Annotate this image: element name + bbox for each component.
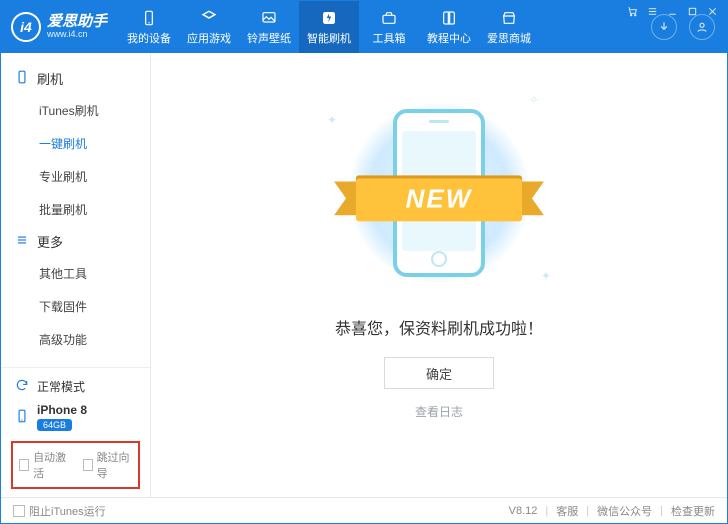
wechat-link[interactable]: 微信公众号 <box>597 503 652 519</box>
sidebar-item-download-firmware[interactable]: 下载固件 <box>1 290 150 323</box>
image-icon <box>259 9 279 27</box>
support-link[interactable]: 客服 <box>556 503 578 519</box>
app-url: www.i4.cn <box>47 30 107 40</box>
new-ribbon: NEW <box>334 171 544 225</box>
phone-outline-icon <box>15 69 29 88</box>
nav-tutorial[interactable]: 教程中心 <box>419 1 479 53</box>
app-title: 爱思助手 <box>47 14 107 31</box>
ribbon-label: NEW <box>356 175 522 221</box>
nav-flash[interactable]: 智能刷机 <box>299 1 359 53</box>
success-message: 恭喜您，保资料刷机成功啦！ <box>335 315 543 339</box>
list-icon <box>15 233 29 250</box>
device-mode[interactable]: 正常模式 <box>11 374 140 399</box>
apps-icon <box>199 9 219 27</box>
mode-label: 正常模式 <box>37 378 85 395</box>
nav-label: 爱思商城 <box>487 30 531 46</box>
nav-label: 铃声壁纸 <box>247 30 291 46</box>
device-phone-icon <box>15 408 29 427</box>
sidebar: 刷机 iTunes刷机 一键刷机 专业刷机 批量刷机 更多 其他工具 下载固件 … <box>1 53 151 497</box>
close-icon[interactable] <box>706 5 718 17</box>
highlighted-options: 自动激活 跳过向导 <box>11 441 140 489</box>
menu-icon[interactable] <box>646 5 658 17</box>
checkbox-label: 自动激活 <box>33 449 68 481</box>
cart-icon[interactable] <box>626 5 638 17</box>
sidebar-item-advanced[interactable]: 高级功能 <box>1 323 150 356</box>
version-label: V8.12 <box>509 505 538 517</box>
shop-icon <box>499 9 519 27</box>
book-icon <box>439 9 459 27</box>
nav-wallpaper[interactable]: 铃声壁纸 <box>239 1 299 53</box>
nav-label: 应用游戏 <box>187 30 231 46</box>
group-label: 更多 <box>37 232 63 251</box>
nav-label: 智能刷机 <box>307 30 351 46</box>
storage-badge: 64GB <box>37 419 72 431</box>
device-info[interactable]: iPhone 8 64GB <box>11 399 140 435</box>
toolbox-icon <box>379 9 399 27</box>
sidebar-item-itunes-flash[interactable]: iTunes刷机 <box>1 94 150 127</box>
sidebar-item-other-tools[interactable]: 其他工具 <box>1 257 150 290</box>
checkbox-icon <box>83 459 93 471</box>
sidebar-group-more[interactable]: 更多 <box>1 226 150 257</box>
download-icon[interactable] <box>651 14 677 40</box>
user-icon[interactable] <box>689 14 715 40</box>
phone-icon <box>139 9 159 27</box>
view-log-link[interactable]: 查看日志 <box>415 403 463 420</box>
sidebar-item-pro-flash[interactable]: 专业刷机 <box>1 160 150 193</box>
nav-label: 我的设备 <box>127 30 171 46</box>
sparkle-icon: ✦ <box>327 113 337 127</box>
primary-nav: 我的设备 应用游戏 铃声壁纸 智能刷机 工具箱 教程中心 <box>119 1 539 53</box>
device-name: iPhone 8 <box>37 403 87 417</box>
checkbox-icon <box>19 459 29 471</box>
status-bar: 阻止iTunes运行 V8.12 | 客服 | 微信公众号 | 检查更新 <box>1 497 727 523</box>
logo-icon: i4 <box>11 12 41 42</box>
sidebar-item-oneclick-flash[interactable]: 一键刷机 <box>1 127 150 160</box>
checkbox-label: 跳过向导 <box>97 449 132 481</box>
nav-label: 教程中心 <box>427 30 471 46</box>
nav-my-device[interactable]: 我的设备 <box>119 1 179 53</box>
nav-label: 工具箱 <box>373 30 406 46</box>
ok-button[interactable]: 确定 <box>384 357 494 389</box>
group-label: 刷机 <box>37 69 63 88</box>
app-logo: i4 爱思助手 www.i4.cn <box>11 12 107 42</box>
check-update-link[interactable]: 检查更新 <box>671 503 715 519</box>
sidebar-item-batch-flash[interactable]: 批量刷机 <box>1 193 150 226</box>
main-content: ✦ ✧ ✦ NEW 恭喜您，保资料刷机成功啦！ 确定 查看日志 <box>151 53 727 497</box>
checkbox-label: 阻止iTunes运行 <box>29 503 106 519</box>
sparkle-icon: ✦ <box>541 269 551 283</box>
nav-mall[interactable]: 爱思商城 <box>479 1 539 53</box>
header: i4 爱思助手 www.i4.cn 我的设备 应用游戏 铃声壁纸 智能刷机 <box>1 1 727 53</box>
success-illustration: ✦ ✧ ✦ NEW <box>319 93 559 293</box>
nav-apps[interactable]: 应用游戏 <box>179 1 239 53</box>
maximize-icon[interactable] <box>686 5 698 17</box>
skip-guide-checkbox[interactable]: 跳过向导 <box>83 449 133 481</box>
flash-icon <box>319 9 339 27</box>
nav-toolbox[interactable]: 工具箱 <box>359 1 419 53</box>
refresh-icon <box>15 378 29 395</box>
checkbox-icon <box>13 505 25 517</box>
sparkle-icon: ✧ <box>529 93 539 107</box>
sidebar-group-flash[interactable]: 刷机 <box>1 63 150 94</box>
auto-activate-checkbox[interactable]: 自动激活 <box>19 449 69 481</box>
minimize-icon[interactable] <box>666 5 678 17</box>
block-itunes-checkbox[interactable]: 阻止iTunes运行 <box>13 503 106 519</box>
